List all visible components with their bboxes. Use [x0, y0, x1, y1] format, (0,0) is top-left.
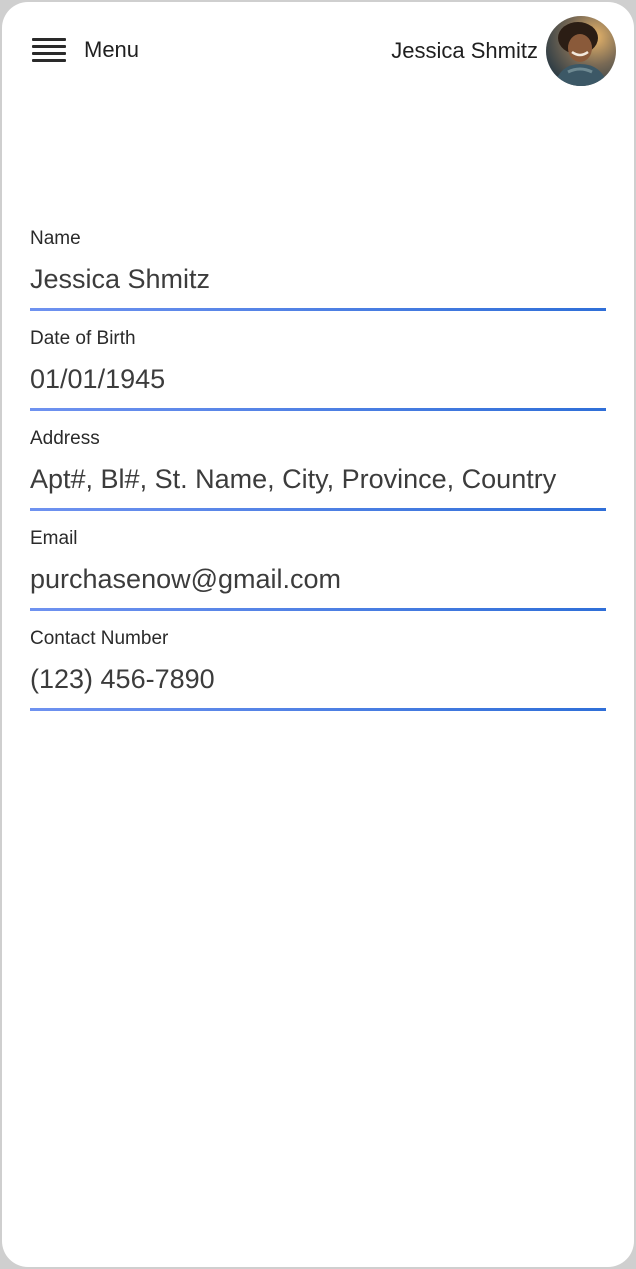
avatar-photo-icon [546, 16, 616, 86]
hamburger-icon[interactable] [32, 38, 66, 62]
avatar[interactable] [546, 16, 616, 86]
user-name: Jessica Shmitz [391, 38, 538, 63]
email-field: Email [30, 526, 606, 626]
name-underline [30, 308, 606, 311]
dob-input[interactable] [30, 364, 606, 395]
user-profile[interactable]: Jessica Shmitz [391, 16, 616, 86]
dob-field: Date of Birth [30, 326, 606, 426]
email-underline [30, 608, 606, 611]
name-field: Name [30, 226, 606, 326]
menu-label: Menu [84, 37, 140, 62]
app-frame: Menu Jessica Shmitz Name Jessica Shmitz … [2, 2, 634, 1267]
email-input[interactable] [30, 564, 606, 595]
address-input[interactable] [30, 464, 606, 495]
dob-label: Date of Birth [30, 328, 136, 349]
contact-number-field: Contact Number [30, 626, 606, 726]
contact-number-input[interactable] [30, 664, 606, 695]
menu-button[interactable]: Menu [32, 28, 139, 72]
email-label: Email [30, 528, 78, 549]
top-bar: Menu Jessica Shmitz [2, 2, 634, 98]
contact-number-underline [30, 708, 606, 711]
name-label: Name [30, 228, 81, 249]
address-field: Address [30, 426, 606, 526]
address-underline [30, 508, 606, 511]
address-label: Address [30, 428, 100, 449]
profile-form: Name Date of Birth Address Email Contact… [30, 226, 606, 726]
contact-number-label: Contact Number [30, 628, 169, 649]
name-input[interactable] [30, 264, 606, 295]
dob-underline [30, 408, 606, 411]
